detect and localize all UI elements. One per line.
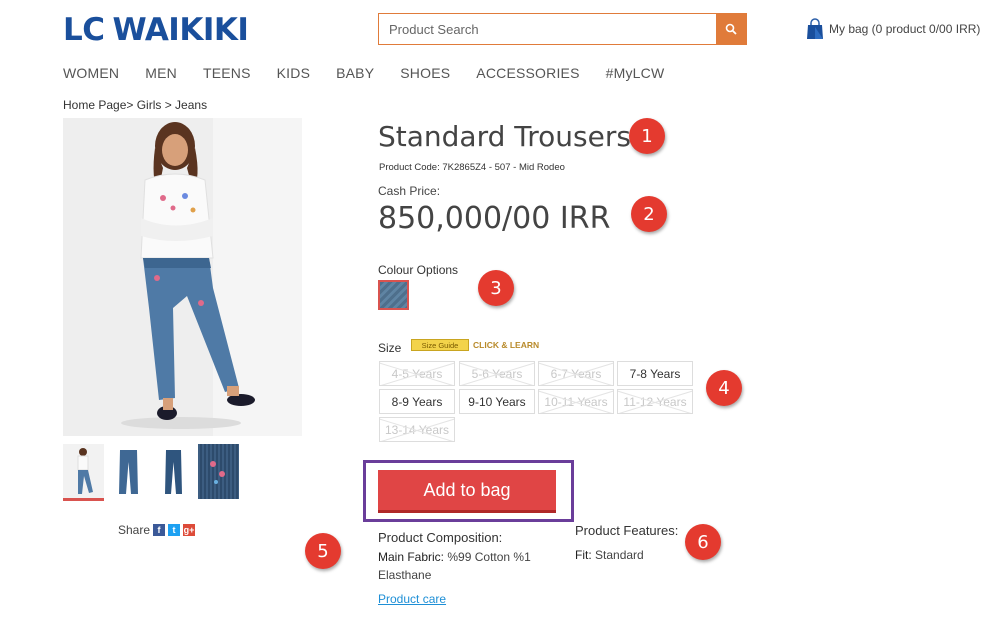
product-composition-title: Product Composition:: [378, 530, 503, 545]
search-icon: [725, 23, 737, 35]
nav-item-men[interactable]: MEN: [145, 65, 177, 81]
shopping-bag-icon: [807, 18, 823, 39]
breadcrumb[interactable]: Home Page> Girls > Jeans: [63, 98, 207, 112]
size-option-5-6[interactable]: 5-6 Years: [459, 361, 535, 386]
main-navigation: WOMEN MEN TEENS KIDS BABY SHOES ACCESSOR…: [63, 65, 690, 81]
colour-options-label: Colour Options: [378, 263, 459, 277]
size-label: Size: [378, 341, 402, 355]
size-guide-button[interactable]: Size Guide: [411, 339, 469, 351]
thumbnail-1[interactable]: [63, 444, 104, 501]
logo-part-waikiki: WAIKIKI: [112, 12, 249, 48]
thumbnail-2[interactable]: [108, 444, 149, 500]
composition-key: Main Fabric:: [378, 550, 445, 564]
product-features-title: Product Features:: [575, 523, 679, 538]
thumbnail-girl-image: [63, 444, 104, 499]
size-option-9-10[interactable]: 9-10 Years: [459, 389, 535, 414]
product-price: 850,000/00 IRR: [378, 201, 611, 236]
product-main-image[interactable]: [63, 118, 302, 436]
search-bar: [378, 13, 747, 45]
size-option-10-11[interactable]: 10-11 Years: [538, 389, 614, 414]
my-bag[interactable]: My bag (0 product 0/00 IRR): [806, 18, 980, 40]
feature-value: Standard: [595, 548, 644, 562]
size-option-13-14[interactable]: 13-14 Years: [379, 417, 455, 442]
nav-item-kids[interactable]: KIDS: [277, 65, 310, 81]
cash-price-label: Cash Price:: [378, 184, 441, 198]
click-learn-link[interactable]: CLICK & LEARN: [473, 340, 539, 350]
girl-in-jeans-photo: [63, 118, 302, 436]
lc-waikiki-logo[interactable]: LC WAIKIKI: [63, 12, 249, 48]
annotation-marker-3: 3: [478, 270, 514, 306]
thumbnail-jeans-front-image: [108, 444, 149, 499]
google-plus-icon[interactable]: g+: [183, 524, 196, 536]
thumbnail-jeans-back-image: [153, 444, 194, 499]
annotation-marker-6: 6: [685, 524, 721, 560]
twitter-icon[interactable]: t: [168, 524, 181, 536]
product-thumbnails: [63, 444, 239, 501]
annotation-marker-5: 5: [305, 533, 341, 569]
product-features-text: Fit: Standard: [575, 548, 644, 562]
thumbnail-jeans-detail-image: [198, 444, 239, 499]
nav-item-baby[interactable]: BABY: [336, 65, 374, 81]
thumbnail-4[interactable]: [198, 444, 239, 500]
size-option-7-8[interactable]: 7-8 Years: [617, 361, 693, 386]
thumbnail-3[interactable]: [153, 444, 194, 500]
nav-item-women[interactable]: WOMEN: [63, 65, 119, 81]
my-bag-label: My bag (0 product 0/00 IRR): [829, 22, 981, 36]
product-title: Standard Trousers: [378, 120, 631, 153]
product-code: Product Code: 7K2865Z4 - 507 - Mid Rodeo: [379, 162, 565, 173]
annotation-marker-2: 2: [631, 196, 667, 232]
nav-item-accessories[interactable]: ACCESSORIES: [476, 65, 579, 81]
search-input[interactable]: [379, 14, 716, 44]
size-option-11-12[interactable]: 11-12 Years: [617, 389, 693, 414]
annotation-marker-1: 1: [629, 118, 665, 154]
nav-item-shoes[interactable]: SHOES: [400, 65, 450, 81]
share-bar: Share f t g+: [118, 523, 196, 537]
facebook-icon[interactable]: f: [153, 524, 166, 536]
product-composition-text: Main Fabric: %99 Cotton %1 Elasthane: [378, 548, 548, 584]
feature-key: Fit:: [575, 548, 592, 562]
colour-swatch-denim[interactable]: [378, 280, 409, 310]
add-to-bag-button[interactable]: Add to bag: [378, 470, 556, 513]
search-button[interactable]: [716, 14, 746, 44]
nav-item-mylcw[interactable]: #MyLCW: [606, 65, 665, 81]
nav-item-teens[interactable]: TEENS: [203, 65, 251, 81]
size-option-8-9[interactable]: 8-9 Years: [379, 389, 455, 414]
share-label: Share: [118, 523, 151, 537]
size-option-4-5[interactable]: 4-5 Years: [379, 361, 455, 386]
size-option-6-7[interactable]: 6-7 Years: [538, 361, 614, 386]
annotation-marker-4: 4: [706, 370, 742, 406]
logo-part-lc: LC: [63, 12, 105, 48]
product-care-link[interactable]: Product care: [378, 592, 446, 606]
